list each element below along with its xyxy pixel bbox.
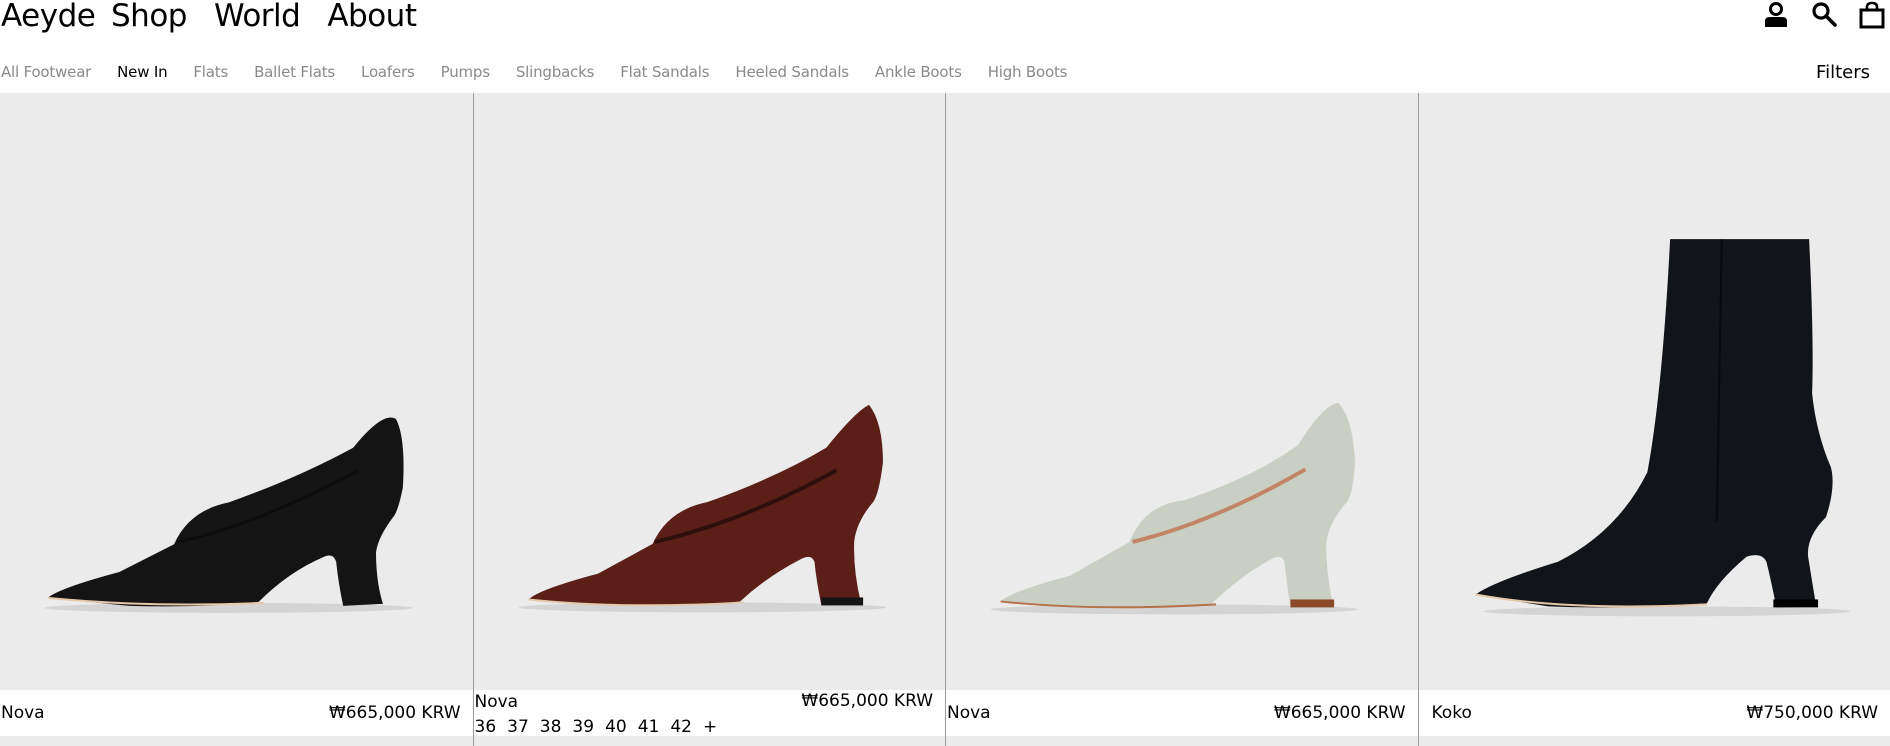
product-image[interactable]: [1418, 93, 1890, 690]
size-option[interactable]: 37: [507, 717, 529, 737]
size-option[interactable]: 39: [572, 717, 594, 737]
product-name[interactable]: Koko: [1432, 703, 1472, 723]
ankle-boot-illustration: [1474, 239, 1851, 617]
product-card[interactable]: Nova ₩665,000 KRW: [0, 93, 473, 746]
next-row-edge: [946, 736, 1418, 746]
category-tab-loafers[interactable]: Loafers: [361, 63, 415, 81]
product-name[interactable]: Nova: [1, 703, 45, 723]
category-tab-flats[interactable]: Flats: [193, 63, 228, 81]
next-row-edge: [1418, 736, 1890, 746]
next-row-edge: [473, 736, 945, 746]
category-tab-high-boots[interactable]: High Boots: [988, 63, 1068, 81]
product-info: Nova ₩665,000 KRW: [946, 690, 1418, 736]
more-sizes-button[interactable]: +: [703, 717, 717, 737]
product-card[interactable]: Nova ₩665,000 KRW 36 37 38 39 40 41 42 +: [472, 93, 945, 746]
size-option[interactable]: 41: [638, 717, 660, 737]
category-tab-heeled-sandals[interactable]: Heeled Sandals: [735, 63, 849, 81]
product-image[interactable]: [0, 93, 473, 690]
product-image[interactable]: [473, 93, 945, 690]
size-option[interactable]: 42: [670, 717, 692, 737]
size-option[interactable]: 38: [540, 717, 562, 737]
brand-logo[interactable]: Aeyde: [1, 0, 96, 34]
product-card[interactable]: Koko ₩750,000 KRW: [1417, 93, 1890, 746]
main-nav: Shop World About: [111, 0, 417, 34]
category-tab-all-footwear[interactable]: All Footwear: [1, 63, 91, 81]
product-price: ₩750,000 KRW: [1746, 703, 1878, 723]
product-info: Koko ₩750,000 KRW: [1418, 690, 1890, 736]
product-name[interactable]: Nova: [475, 692, 519, 712]
search-icon[interactable]: [1810, 1, 1838, 29]
category-bar: All Footwear New In Flats Ballet Flats L…: [0, 60, 1890, 84]
product-name[interactable]: Nova: [947, 703, 991, 723]
bag-icon[interactable]: [1858, 1, 1886, 29]
top-navigation: Aeyde Shop World About: [0, 0, 1890, 36]
product-price: ₩665,000 KRW: [801, 691, 933, 711]
category-tab-ballet-flats[interactable]: Ballet Flats: [254, 63, 335, 81]
category-tab-flat-sandals[interactable]: Flat Sandals: [620, 63, 709, 81]
product-info: Nova ₩665,000 KRW 36 37 38 39 40 41 42 +: [473, 690, 945, 737]
product-price: ₩665,000 KRW: [328, 703, 461, 723]
nav-link-world[interactable]: World: [214, 0, 301, 34]
pump-shoe-illustration: [518, 404, 886, 613]
pump-shoe-illustration: [44, 417, 413, 613]
category-tab-pumps[interactable]: Pumps: [441, 63, 490, 81]
category-tabs: All Footwear New In Flats Ballet Flats L…: [1, 63, 1067, 81]
size-option[interactable]: 36: [475, 717, 497, 737]
account-icon[interactable]: [1762, 1, 1790, 29]
nav-link-shop[interactable]: Shop: [111, 0, 187, 34]
filters-button[interactable]: Filters: [1816, 62, 1870, 83]
product-card[interactable]: Nova ₩665,000 KRW: [945, 93, 1418, 746]
product-price: ₩665,000 KRW: [1273, 703, 1406, 723]
header-icons: [1762, 0, 1886, 30]
nav-link-about[interactable]: About: [327, 0, 417, 34]
product-info: Nova ₩665,000 KRW: [0, 690, 473, 736]
size-list: 36 37 38 39 40 41 42 +: [475, 717, 718, 737]
category-tab-ankle-boots[interactable]: Ankle Boots: [875, 63, 962, 81]
category-tab-new-in[interactable]: New In: [117, 63, 167, 81]
product-grid: Nova ₩665,000 KRW Nova ₩665,000 KRW 36 3…: [0, 93, 1890, 746]
pump-shoe-illustration: [990, 402, 1358, 615]
category-tab-slingbacks[interactable]: Slingbacks: [516, 63, 595, 81]
size-option[interactable]: 40: [605, 717, 627, 737]
next-row-edge: [0, 736, 473, 746]
product-image[interactable]: [946, 93, 1418, 690]
